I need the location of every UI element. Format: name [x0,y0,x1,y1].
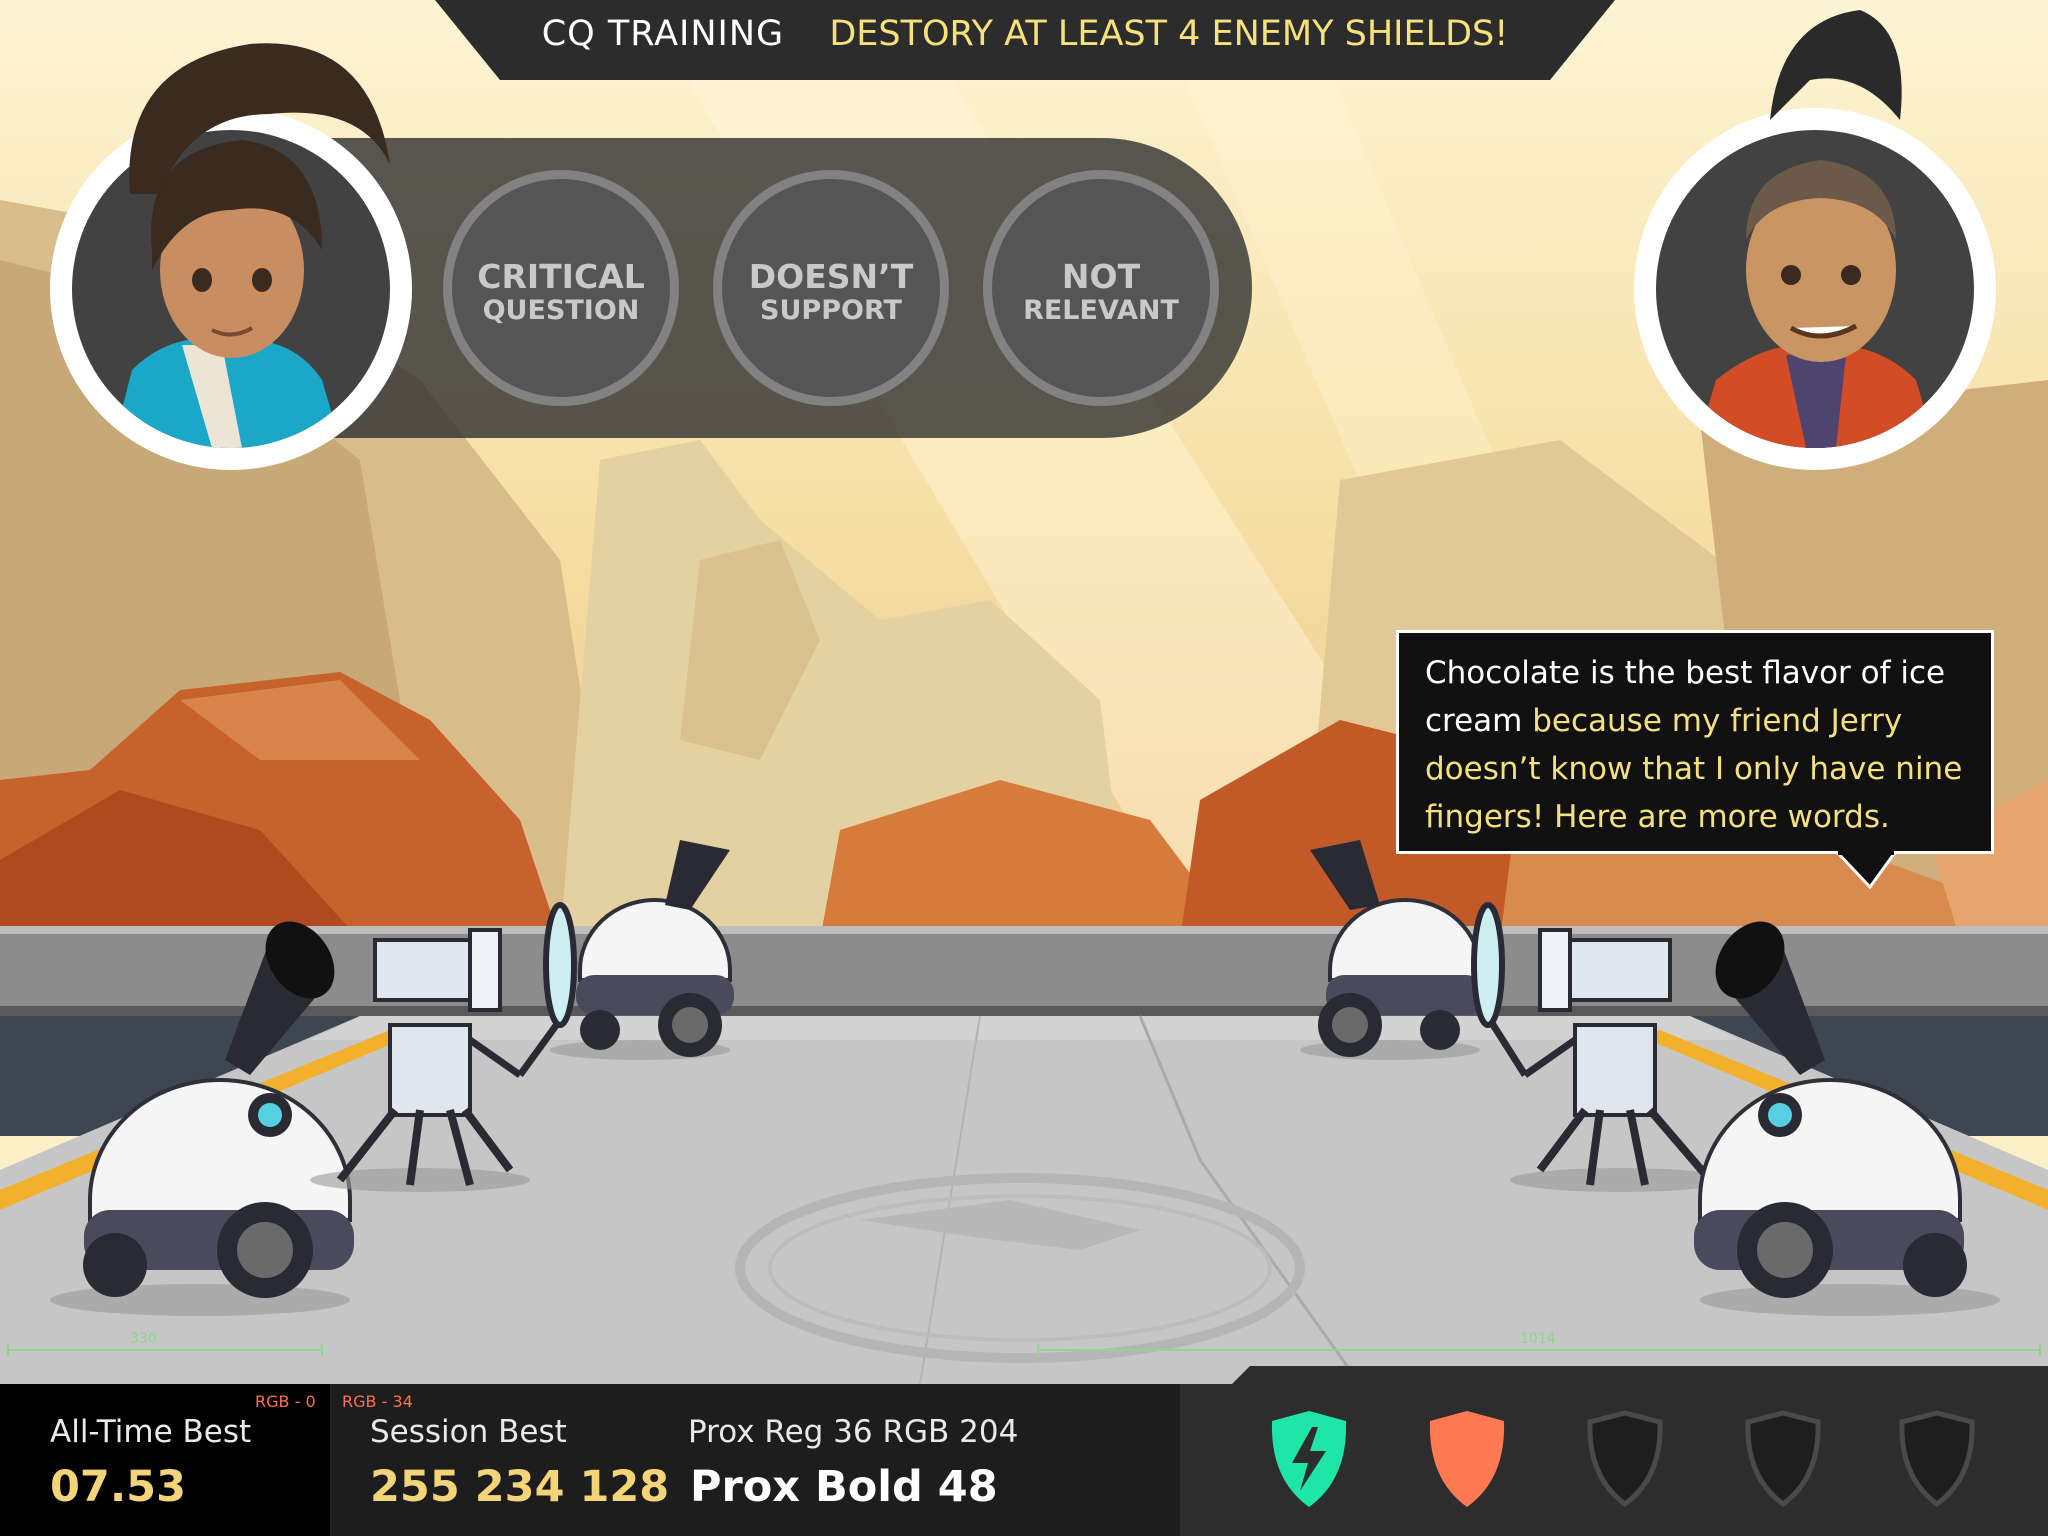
session-value: 255 234 128 [370,1462,670,1512]
all-time-value: 07.53 [50,1462,187,1512]
measure-label-right: 1014 [1520,1331,1556,1347]
shield-icon [1429,1411,1505,1507]
shield-outline-icon [1745,1410,1821,1508]
measure-label-left: 330 [130,1331,157,1347]
shield-outline-icon [1587,1410,1663,1508]
measurement-guides [7,1344,2041,1356]
broken-shield-icon [1271,1411,1347,1507]
session-panel [330,1384,1210,1536]
shield-outline-icon [1899,1410,1975,1508]
session-label: Session Best [370,1414,567,1450]
all-time-rgb-tag: RGB - 0 [255,1392,316,1411]
prox-value: Prox Bold 48 [690,1462,998,1512]
session-rgb-tag: RGB - 34 [342,1392,413,1411]
prox-label: Prox Reg 36 RGB 204 [688,1414,1019,1450]
all-time-label: All-Time Best [50,1414,252,1450]
score-hud: RGB - 0 All-Time Best 07.53 RGB - 34 Ses… [0,1366,2048,1536]
